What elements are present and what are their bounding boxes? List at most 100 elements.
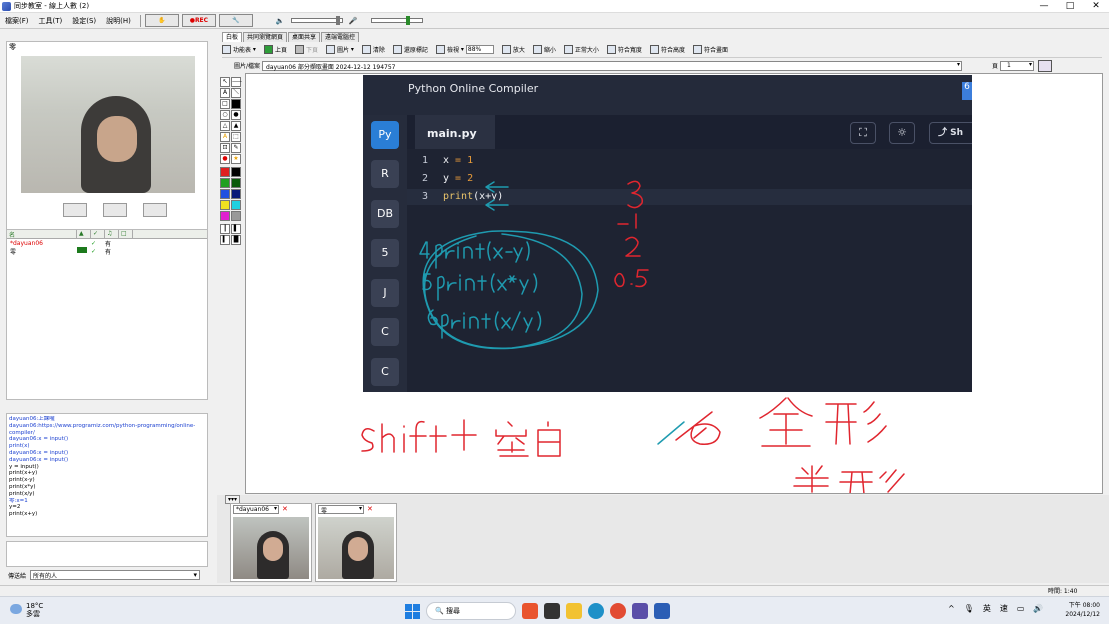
chat-input[interactable] bbox=[6, 541, 208, 567]
camera-zoom-button[interactable] bbox=[63, 203, 87, 217]
fit-screen-button[interactable]: 符合畫面 bbox=[692, 45, 728, 54]
settings-wrench-button[interactable]: 🔧 bbox=[218, 14, 253, 27]
thumb-user-select[interactable]: *dayuan06 bbox=[233, 504, 279, 514]
task-view-icon[interactable] bbox=[544, 603, 560, 619]
line-bold-icon[interactable]: █ bbox=[231, 235, 241, 245]
tab-cobrowse[interactable]: 共同瀏覽網頁 bbox=[243, 32, 288, 42]
line-thin-icon[interactable]: ┃ bbox=[220, 224, 230, 234]
triangle-tool-icon[interactable]: △ bbox=[220, 121, 230, 131]
mic-volume-slider[interactable] bbox=[371, 16, 424, 25]
ime-icon[interactable]: 速 bbox=[1000, 603, 1008, 614]
word-icon[interactable] bbox=[654, 603, 670, 619]
color-black[interactable] bbox=[231, 167, 241, 177]
menu-file[interactable]: 檔案(F) bbox=[0, 16, 34, 26]
send-target-select[interactable]: 所有的人 bbox=[30, 570, 201, 580]
menu-tool[interactable]: 功能表 ▾ bbox=[222, 45, 256, 54]
col-status-icon[interactable]: ✓ bbox=[91, 230, 105, 238]
mic-tray-icon[interactable]: 🎙 bbox=[964, 604, 974, 613]
tab-desktop-share[interactable]: 桌面共享 bbox=[288, 32, 321, 42]
filled-triangle-icon[interactable]: ▲ bbox=[231, 121, 241, 131]
color-green[interactable] bbox=[220, 178, 230, 188]
menu-help[interactable]: 說明(H) bbox=[101, 16, 136, 26]
line-tool-icon[interactable]: ＼ bbox=[231, 88, 241, 98]
video-thumb[interactable]: 零✕ bbox=[315, 503, 397, 582]
fit-height-button[interactable]: 符合高度 bbox=[649, 45, 685, 54]
path-select[interactable]: dayuan06 部分擷取畫面 2024-12-12 194757 bbox=[262, 60, 963, 71]
pen-icon[interactable]: ✎ bbox=[231, 143, 241, 153]
col-cam-icon[interactable]: □ bbox=[119, 230, 133, 238]
chrome-icon[interactable] bbox=[610, 603, 626, 619]
tab-remote-control[interactable]: 遠端電腦控 bbox=[321, 32, 360, 42]
speaker-volume-slider[interactable] bbox=[290, 16, 343, 25]
color-yellow[interactable] bbox=[220, 200, 230, 210]
page-select[interactable]: 1 bbox=[1000, 60, 1035, 71]
line-medium-icon[interactable]: ▍ bbox=[220, 235, 230, 245]
thumb-user-select[interactable]: 零 bbox=[318, 504, 364, 515]
close-thumb-icon[interactable]: ✕ bbox=[282, 505, 288, 513]
col-name[interactable]: 名 bbox=[7, 230, 77, 239]
classroom-app-icon[interactable] bbox=[632, 603, 648, 619]
close-thumb-icon[interactable]: ✕ bbox=[367, 505, 373, 513]
color-blue[interactable] bbox=[220, 189, 230, 199]
input-language[interactable]: 英 bbox=[983, 603, 991, 614]
prev-page-button[interactable]: 上頁 bbox=[263, 45, 287, 54]
file-explorer-icon[interactable] bbox=[566, 603, 582, 619]
select-tool-icon[interactable]: ⸺ bbox=[231, 77, 242, 87]
line-thick-icon[interactable]: ▌ bbox=[231, 224, 241, 234]
close-button[interactable]: ✕ bbox=[1083, 0, 1109, 13]
color-darkgreen[interactable] bbox=[231, 178, 241, 188]
tab-whiteboard[interactable]: 白板 bbox=[222, 32, 243, 42]
filled-rect-icon[interactable] bbox=[231, 99, 241, 109]
video-thumb[interactable]: *dayuan06✕ bbox=[230, 503, 312, 582]
highlighter-icon[interactable]: A bbox=[220, 132, 230, 142]
star-icon[interactable]: ★ bbox=[231, 154, 241, 164]
chat-log[interactable]: dayuan06:上課囉 dayuan06:https://www.program… bbox=[6, 413, 208, 537]
col-mic-icon[interactable]: ♫ bbox=[105, 230, 119, 238]
crop-icon[interactable]: ⊡ bbox=[220, 143, 230, 153]
actual-size-button[interactable]: 正常大小 bbox=[563, 45, 599, 54]
minimize-button[interactable]: — bbox=[1031, 0, 1057, 13]
menu-settings[interactable]: 設定(S) bbox=[67, 16, 101, 26]
camera-snapshot-button[interactable] bbox=[143, 203, 167, 217]
col-hand-icon[interactable]: ▲ bbox=[77, 230, 91, 238]
search-box[interactable]: 🔍 搜尋 bbox=[426, 602, 516, 620]
apple-icon[interactable]: ● bbox=[220, 154, 230, 164]
whiteboard-canvas[interactable]: Python Online Compiler 6 Py R DB 5 J C C… bbox=[245, 73, 1103, 494]
fit-width-button[interactable]: 符合寬度 bbox=[606, 45, 642, 54]
start-button[interactable] bbox=[405, 603, 420, 619]
page-thumbnail-icon[interactable] bbox=[1038, 59, 1053, 72]
pointer-tool-icon[interactable]: ↖ bbox=[220, 77, 230, 87]
view-button[interactable]: 檢視 ▾ 88% bbox=[435, 45, 494, 54]
next-page-button[interactable]: 下頁 bbox=[294, 45, 318, 54]
menu-icon bbox=[222, 45, 231, 54]
maximize-button[interactable]: □ bbox=[1057, 0, 1083, 13]
dotted-rect-icon[interactable]: ⬚ bbox=[231, 132, 241, 142]
network-icon[interactable]: ▭ bbox=[1017, 604, 1025, 613]
menu-tools[interactable]: 工具(T) bbox=[34, 16, 68, 26]
color-gray[interactable] bbox=[231, 211, 241, 221]
widget-icon[interactable] bbox=[522, 603, 538, 619]
user-row[interactable]: 零 ✓ 有 bbox=[7, 247, 207, 256]
clear-button[interactable]: 清除 bbox=[361, 45, 385, 54]
camera-color-button[interactable] bbox=[103, 203, 127, 217]
weather-widget[interactable]: 18°C 多雲 bbox=[10, 602, 43, 618]
hand-raise-button[interactable]: ✋ bbox=[144, 14, 179, 27]
record-button[interactable]: ●REC bbox=[181, 14, 216, 27]
zoom-in-button[interactable]: 放大 bbox=[501, 45, 525, 54]
zoom-out-button[interactable]: 縮小 bbox=[532, 45, 556, 54]
color-red[interactable] bbox=[220, 167, 230, 177]
image-button[interactable]: 圖片 ▾ bbox=[325, 45, 354, 54]
color-cyan[interactable] bbox=[231, 200, 241, 210]
edge-icon[interactable] bbox=[588, 603, 604, 619]
volume-icon[interactable]: 🔊 bbox=[1033, 604, 1043, 613]
zoom-field[interactable]: 88% bbox=[465, 45, 494, 54]
color-magenta[interactable] bbox=[220, 211, 230, 221]
text-tool-icon[interactable]: A bbox=[220, 88, 230, 98]
color-navy[interactable] bbox=[231, 189, 241, 199]
rect-tool-icon[interactable]: □ bbox=[220, 99, 230, 109]
ellipse-tool-icon[interactable]: ○ bbox=[220, 110, 230, 120]
tray-expand-icon[interactable]: ^ bbox=[948, 604, 955, 613]
clock[interactable]: 下午 08:00 2024/12/12 bbox=[1060, 601, 1100, 619]
filled-ellipse-icon[interactable]: ● bbox=[231, 110, 241, 120]
undo-mark-button[interactable]: 還原標記 bbox=[392, 45, 428, 54]
